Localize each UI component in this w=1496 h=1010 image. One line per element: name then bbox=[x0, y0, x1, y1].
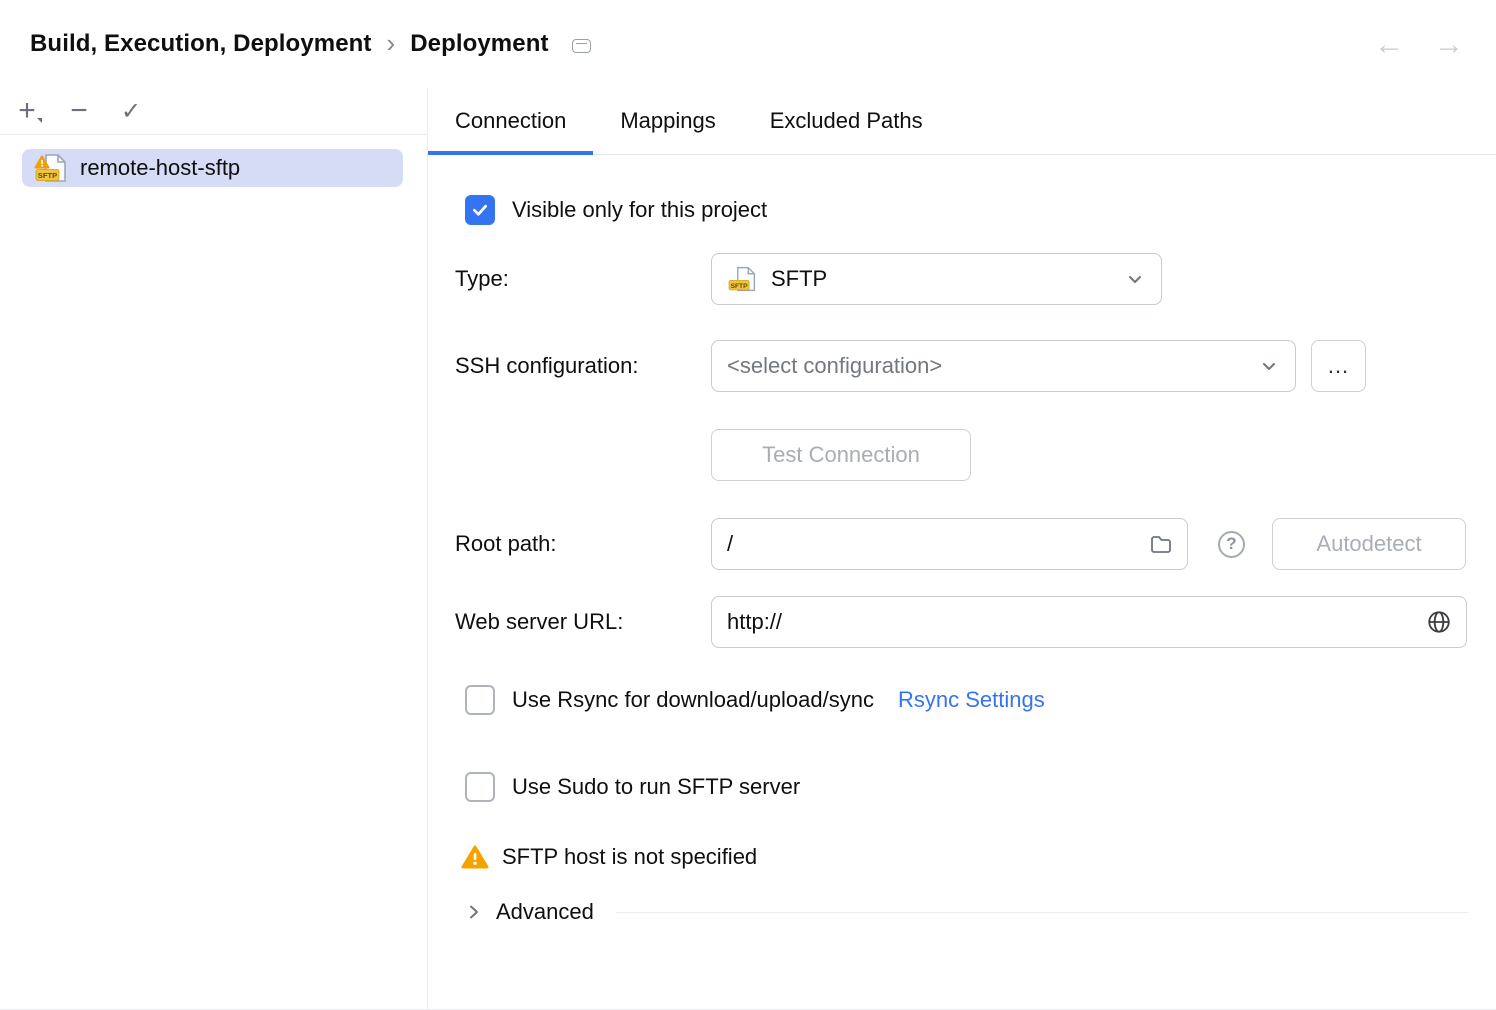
tab-connection[interactable]: Connection bbox=[428, 88, 593, 154]
check-icon bbox=[471, 201, 489, 219]
root-path-field bbox=[711, 518, 1188, 570]
sftp-type-icon: SFTP bbox=[727, 265, 759, 293]
server-list-toolbar: + − ✓ bbox=[0, 88, 427, 135]
test-connection-button[interactable]: Test Connection bbox=[711, 429, 971, 481]
rsync-settings-link[interactable]: Rsync Settings bbox=[898, 687, 1045, 713]
type-row: Type: SFTP SFTP bbox=[455, 253, 1468, 305]
web-server-url-field bbox=[711, 596, 1467, 648]
section-divider bbox=[616, 912, 1468, 913]
back-icon[interactable]: ← bbox=[1374, 30, 1404, 60]
web-server-url-label: Web server URL: bbox=[455, 609, 711, 635]
type-label: Type: bbox=[455, 266, 711, 292]
svg-text:SFTP: SFTP bbox=[38, 171, 57, 180]
svg-text:SFTP: SFTP bbox=[731, 283, 749, 290]
tab-mappings[interactable]: Mappings bbox=[593, 88, 742, 154]
web-server-url-input[interactable] bbox=[727, 609, 1426, 635]
advanced-section-toggle[interactable]: Advanced bbox=[463, 899, 1468, 925]
ssh-config-label: SSH configuration: bbox=[455, 353, 711, 379]
ssh-config-select[interactable]: <select configuration> bbox=[711, 340, 1296, 392]
visible-only-checkbox[interactable] bbox=[465, 195, 495, 225]
visible-only-label: Visible only for this project bbox=[512, 197, 767, 223]
sudo-row: Use Sudo to run SFTP server bbox=[465, 772, 1468, 802]
server-list: SFTP remote-host-sftp bbox=[0, 135, 427, 187]
server-name: remote-host-sftp bbox=[80, 155, 240, 181]
tab-connection-label: Connection bbox=[455, 108, 566, 134]
tab-bar: Connection Mappings Excluded Paths bbox=[428, 88, 1496, 155]
breadcrumb-item-deployment: Deployment bbox=[410, 30, 548, 58]
header: Build, Execution, Deployment › Deploymen… bbox=[0, 0, 1496, 88]
use-as-default-button[interactable]: ✓ bbox=[112, 92, 150, 130]
connection-form: Visible only for this project Type: SFTP… bbox=[428, 155, 1496, 1009]
globe-icon bbox=[1426, 609, 1452, 635]
rsync-row: Use Rsync for download/upload/sync Rsync… bbox=[465, 685, 1468, 715]
use-sudo-label: Use Sudo to run SFTP server bbox=[512, 774, 800, 800]
tab-mappings-label: Mappings bbox=[620, 108, 715, 134]
forward-icon[interactable]: → bbox=[1434, 30, 1464, 60]
type-select[interactable]: SFTP SFTP bbox=[711, 253, 1162, 305]
server-list-panel: + − ✓ SFTP remote-host-sftp bbox=[0, 88, 428, 1009]
visible-only-row: Visible only for this project bbox=[465, 195, 1468, 225]
breadcrumb-item-build-execution-deployment[interactable]: Build, Execution, Deployment bbox=[30, 30, 372, 58]
advanced-label: Advanced bbox=[496, 899, 594, 925]
settings-window: Build, Execution, Deployment › Deploymen… bbox=[0, 0, 1496, 1010]
test-connection-row: Test Connection bbox=[455, 429, 1468, 481]
body: + − ✓ SFTP remote-host-sftp bbox=[0, 88, 1496, 1009]
help-icon[interactable]: ? bbox=[1218, 531, 1245, 558]
autodetect-button[interactable]: Autodetect bbox=[1272, 518, 1466, 570]
browse-ssh-configurations-button[interactable]: ... bbox=[1311, 340, 1366, 392]
warning-row: SFTP host is not specified bbox=[461, 844, 1468, 870]
breadcrumb-chevron-icon: › bbox=[387, 30, 396, 59]
history-nav: ← → bbox=[1374, 28, 1464, 60]
remove-server-button[interactable]: − bbox=[60, 92, 98, 130]
breadcrumb: Build, Execution, Deployment › Deploymen… bbox=[30, 30, 591, 59]
root-path-row: Root path: ? Autodetect bbox=[455, 518, 1468, 570]
sftp-server-warning-icon: SFTP bbox=[34, 152, 70, 184]
warning-text: SFTP host is not specified bbox=[502, 844, 757, 870]
root-path-input[interactable] bbox=[727, 531, 1149, 557]
root-path-label: Root path: bbox=[455, 531, 711, 557]
use-rsync-checkbox[interactable] bbox=[465, 685, 495, 715]
chevron-down-icon bbox=[1257, 354, 1281, 378]
web-server-url-row: Web server URL: bbox=[455, 596, 1468, 648]
type-value: SFTP bbox=[771, 266, 827, 292]
ssh-config-row: SSH configuration: <select configuration… bbox=[455, 340, 1468, 392]
server-list-item-remote-host-sftp[interactable]: SFTP remote-host-sftp bbox=[22, 149, 403, 187]
deployment-settings: Connection Mappings Excluded Paths bbox=[428, 88, 1496, 1009]
warning-icon bbox=[461, 844, 489, 870]
folder-icon[interactable] bbox=[1149, 532, 1173, 556]
ssh-config-value: <select configuration> bbox=[727, 353, 942, 379]
copy-settings-path-icon[interactable] bbox=[572, 39, 591, 53]
chevron-down-icon bbox=[1123, 267, 1147, 291]
tab-excluded-paths[interactable]: Excluded Paths bbox=[743, 88, 950, 154]
use-rsync-label: Use Rsync for download/upload/sync bbox=[512, 687, 874, 713]
use-sudo-checkbox[interactable] bbox=[465, 772, 495, 802]
add-server-button[interactable]: + bbox=[8, 92, 46, 130]
chevron-right-icon bbox=[463, 901, 485, 923]
tab-excluded-paths-label: Excluded Paths bbox=[770, 108, 923, 134]
